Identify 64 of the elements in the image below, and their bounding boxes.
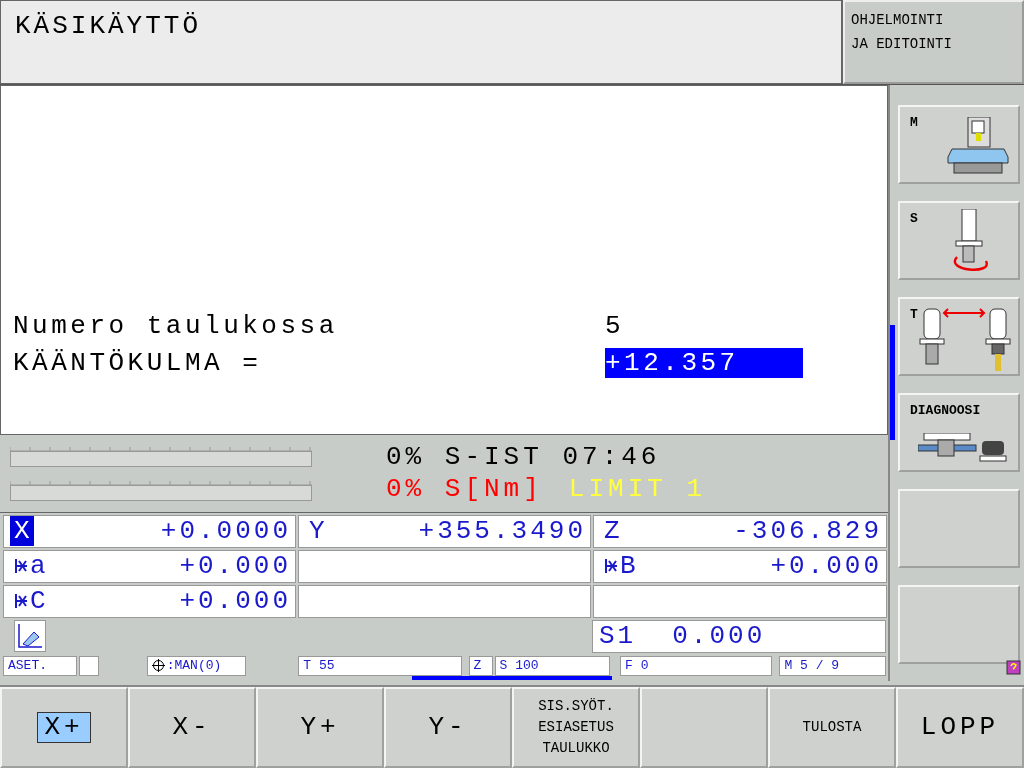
axis-value: +0.0000 <box>160 516 291 547</box>
programming-mode-button[interactable]: OHJELMOINTI JA EDITOINTI <box>843 0 1024 84</box>
softkey-label: S <box>910 210 918 226</box>
softkey[interactable] <box>640 687 768 768</box>
side-softkey[interactable]: M <box>898 104 1020 184</box>
crosshair-icon <box>151 659 165 673</box>
clamp-icon <box>14 558 28 575</box>
side-softkey[interactable]: T <box>898 296 1020 376</box>
axis-label: X <box>10 516 34 547</box>
softkey[interactable]: Y- <box>384 687 512 768</box>
help-icon <box>1006 660 1021 676</box>
softkey-label: X+ <box>37 712 91 744</box>
softkey-label: DIAGNOOSI <box>910 402 981 418</box>
softkey[interactable]: Y+ <box>256 687 384 768</box>
softkey-label: LOPP <box>919 713 1001 743</box>
status-cell: M 5 / 9 <box>779 655 886 676</box>
axis-label: C <box>10 586 50 617</box>
side-softkey[interactable] <box>898 584 1020 664</box>
machine-icon <box>946 116 1010 175</box>
mode-title: KÄSIKÄYTTÖ <box>0 0 843 84</box>
softkey-label: SIS.SYÖT. ESIASETUS TAULUKKO <box>537 697 615 759</box>
softkey-label: X- <box>171 713 213 743</box>
status-cell: ASET. <box>3 655 77 676</box>
side-softkey[interactable]: S <box>898 200 1020 280</box>
axis-label: S1 <box>599 621 637 652</box>
softkey-label: T <box>910 306 918 322</box>
axis-label: Z <box>603 516 621 547</box>
axis-value: +0.000 <box>179 586 291 617</box>
dialog-value[interactable]: +12.357 <box>605 348 803 379</box>
side-softkey[interactable]: DIAGNOOSI <box>898 392 1020 472</box>
axis-label: B <box>600 551 640 582</box>
load-text: LIMIT 1 <box>568 474 707 505</box>
status-cell <box>78 655 99 676</box>
axis-drive-icon <box>918 432 1008 463</box>
softkey-label: TULOSTA <box>801 718 863 738</box>
softkey-label: M <box>910 114 918 130</box>
dialog-label: KÄÄNTÖKULMA = <box>13 348 263 379</box>
axis-value: +0.000 <box>770 551 882 582</box>
axis-value: +355.3490 <box>418 516 586 547</box>
clamp-icon <box>14 593 28 610</box>
status-cell: F 0 <box>620 655 773 676</box>
load-text: 0% S-IST 07:46 <box>386 442 661 473</box>
ruler-icon <box>14 620 46 653</box>
axis-value: -306.829 <box>733 516 882 547</box>
load-text: 0% S[Nm] <box>386 474 543 505</box>
axis-label: a <box>10 551 50 582</box>
axis-label: Y <box>308 516 326 547</box>
status-text: :MAN(0) <box>166 658 222 674</box>
softkey-label: Y- <box>427 713 469 743</box>
side-softkey[interactable] <box>898 488 1020 568</box>
axis-value: 0.000 <box>672 621 766 652</box>
axis-value: +0.000 <box>179 551 291 582</box>
clamp-icon <box>604 558 618 575</box>
status-cell: Z <box>468 655 493 676</box>
dialog-label: Numero taulukossa <box>13 311 339 342</box>
softkey[interactable]: TULOSTA <box>768 687 896 768</box>
softkey[interactable]: LOPP <box>896 687 1024 768</box>
softkey[interactable]: X+ <box>0 687 128 768</box>
softkey-label: Y+ <box>299 713 341 743</box>
status-cell: T 55 <box>298 655 462 676</box>
status-cell: S 100 <box>494 655 611 676</box>
softkey[interactable]: X- <box>128 687 256 768</box>
softkey[interactable]: SIS.SYÖT. ESIASETUS TAULUKKO <box>512 687 640 768</box>
dialog-value: 5 <box>605 311 626 342</box>
